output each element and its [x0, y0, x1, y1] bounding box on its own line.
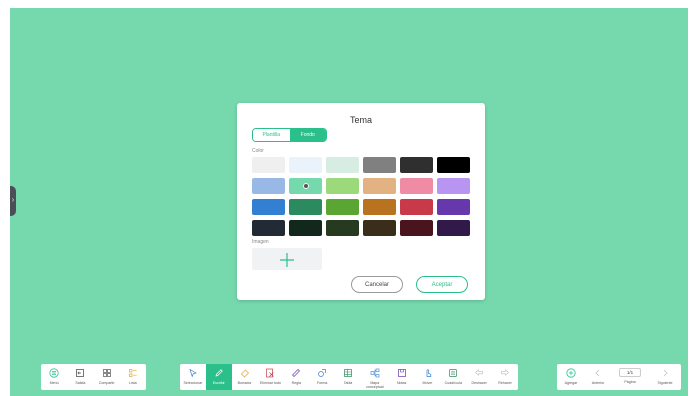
- left-toolbar: Menú Salida Compartir Lista: [41, 364, 146, 390]
- color-swatch[interactable]: [400, 157, 433, 173]
- color-swatch[interactable]: [252, 157, 285, 173]
- theme-dialog: Tema Plantilla Fondo Color Imagen Cancel…: [237, 103, 485, 300]
- move-icon: [422, 367, 434, 379]
- clear-all-icon: [264, 367, 276, 379]
- clear-all-tool[interactable]: Eliminar todo: [258, 364, 284, 390]
- color-swatch[interactable]: [400, 220, 433, 236]
- mindmap-icon: [369, 367, 381, 379]
- eraser-icon: [239, 367, 251, 379]
- table-icon: [342, 367, 354, 379]
- add-circle-icon: [565, 367, 577, 379]
- color-swatch[interactable]: [252, 178, 285, 194]
- chevron-left-icon: [592, 367, 604, 379]
- ruler-icon: [290, 367, 302, 379]
- list-button[interactable]: Lista: [120, 364, 146, 390]
- grid-tool[interactable]: Cuadrícula: [440, 364, 466, 390]
- list-icon: [127, 367, 139, 379]
- dialog-title: Tema: [349, 115, 372, 125]
- color-swatch[interactable]: [363, 199, 396, 215]
- color-swatch[interactable]: [326, 178, 359, 194]
- exit-button[interactable]: Salida: [67, 364, 93, 390]
- select-icon: [187, 367, 199, 379]
- color-swatch[interactable]: [437, 220, 470, 236]
- color-swatch[interactable]: [437, 199, 470, 215]
- color-label: Color: [252, 148, 264, 154]
- share-button[interactable]: Compartir: [94, 364, 120, 390]
- chevron-right-icon: ›: [11, 195, 15, 204]
- previous-page-button[interactable]: Anterior: [585, 364, 611, 390]
- pen-tool[interactable]: Escribir: [205, 364, 232, 390]
- menu-icon: [48, 367, 60, 379]
- ruler-tool[interactable]: Regla: [283, 364, 309, 390]
- color-swatch[interactable]: [363, 157, 396, 173]
- add-image-button[interactable]: [252, 248, 322, 270]
- color-swatch[interactable]: [289, 157, 322, 173]
- color-swatch[interactable]: [437, 178, 470, 194]
- color-swatch[interactable]: [289, 199, 322, 215]
- color-swatch[interactable]: [252, 199, 285, 215]
- color-swatch[interactable]: [252, 220, 285, 236]
- select-tool[interactable]: Seleccionar: [180, 364, 206, 390]
- plus-icon: [280, 253, 294, 267]
- color-swatch-grid: [252, 157, 471, 236]
- notes-icon: [396, 367, 408, 379]
- shape-tool[interactable]: Forma: [309, 364, 335, 390]
- notes-tool[interactable]: Notas: [389, 364, 415, 390]
- color-swatch[interactable]: [363, 178, 396, 194]
- redo-tool[interactable]: Rehacer: [492, 364, 518, 390]
- chevron-right-icon: [659, 367, 671, 379]
- undo-tool[interactable]: Deshacer: [466, 364, 492, 390]
- shape-icon: [316, 367, 328, 379]
- page-indicator[interactable]: 1/1 Página: [611, 364, 649, 390]
- side-panel-toggle[interactable]: ›: [10, 186, 16, 216]
- cancel-button[interactable]: Cancelar: [351, 276, 403, 293]
- add-page-button[interactable]: Agregar: [557, 364, 585, 390]
- table-tool[interactable]: Tabla: [335, 364, 361, 390]
- page-number: 1/1: [619, 368, 641, 377]
- tab-switcher: Plantilla Fondo: [252, 128, 327, 142]
- grid-icon: [447, 367, 459, 379]
- share-icon: [101, 367, 113, 379]
- color-swatch[interactable]: [400, 199, 433, 215]
- color-swatch[interactable]: [437, 157, 470, 173]
- next-page-button[interactable]: Siguiente: [649, 364, 681, 390]
- color-swatch[interactable]: [326, 199, 359, 215]
- eraser-tool[interactable]: Borrador: [232, 364, 258, 390]
- color-swatch[interactable]: [400, 178, 433, 194]
- menu-button[interactable]: Menú: [41, 364, 67, 390]
- tab-background[interactable]: Fondo: [289, 129, 326, 141]
- color-swatch[interactable]: [363, 220, 396, 236]
- undo-icon: [473, 367, 485, 379]
- tab-template[interactable]: Plantilla: [253, 129, 290, 141]
- pen-icon: [213, 367, 225, 379]
- color-swatch[interactable]: [289, 220, 322, 236]
- color-swatch[interactable]: [326, 157, 359, 173]
- exit-icon: [74, 367, 86, 379]
- center-toolbar: Seleccionar Escribir Borrador Eliminar t…: [180, 364, 518, 390]
- color-swatch[interactable]: [289, 178, 322, 194]
- mindmap-tool[interactable]: Mapa conceptual: [361, 364, 389, 390]
- accept-button[interactable]: Aceptar: [416, 276, 468, 293]
- color-swatch[interactable]: [326, 220, 359, 236]
- redo-icon: [499, 367, 511, 379]
- right-toolbar: Agregar Anterior 1/1 Página Siguiente: [557, 364, 681, 390]
- image-label: Imagen: [252, 239, 269, 245]
- move-tool[interactable]: Mover: [415, 364, 441, 390]
